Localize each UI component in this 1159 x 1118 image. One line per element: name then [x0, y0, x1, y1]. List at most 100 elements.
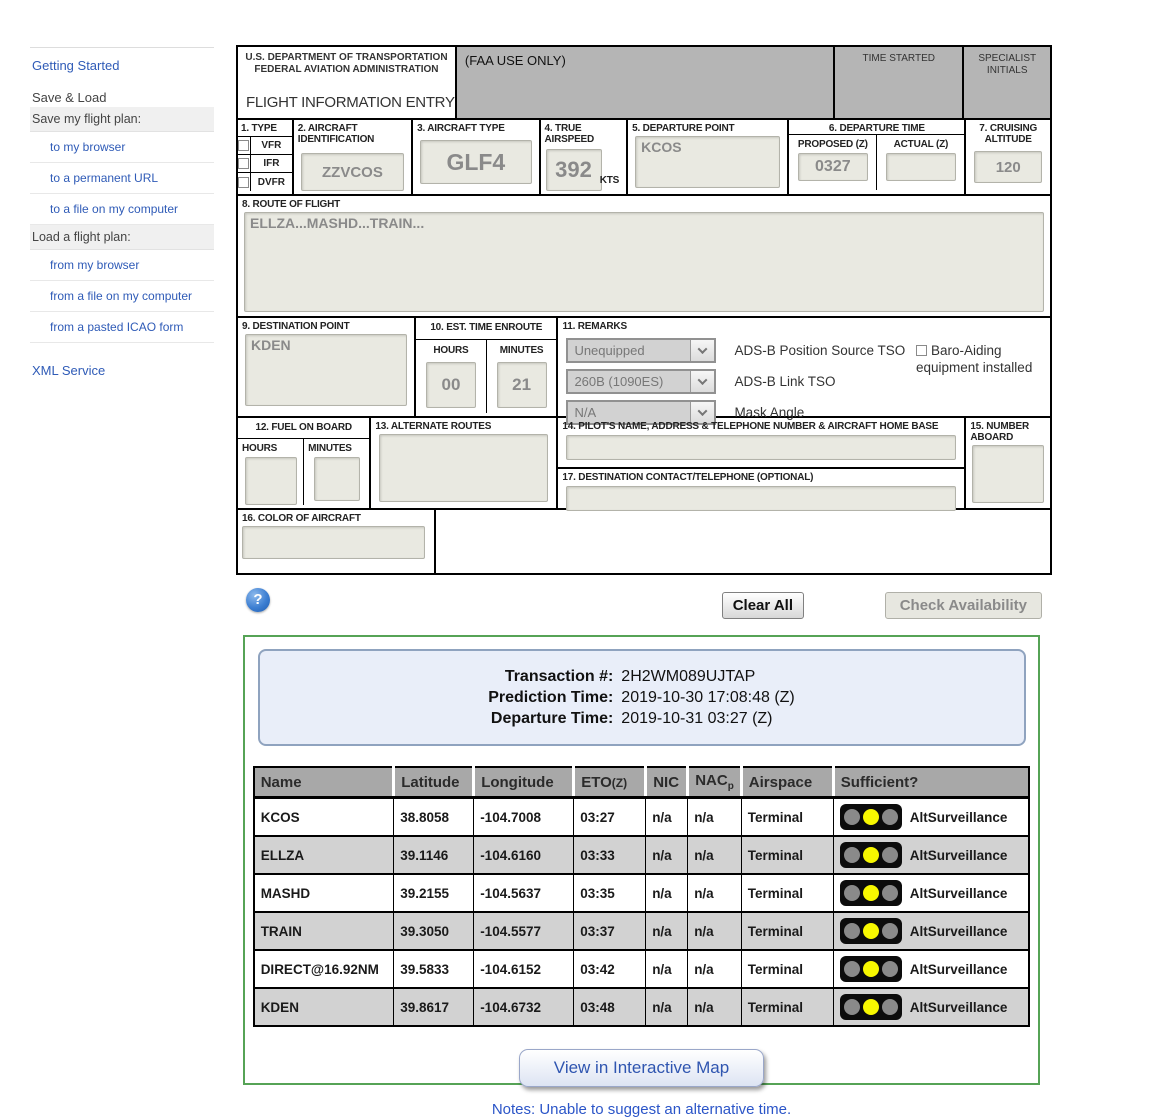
- sidebar-item-xml-service[interactable]: XML Service: [30, 353, 214, 386]
- proposed-time-input[interactable]: 0327: [798, 153, 868, 181]
- remarks-label: 11. REMARKS: [558, 318, 1050, 332]
- sidebar: Getting Started Save & Load Save my flig…: [30, 47, 214, 386]
- transaction-summary-box: Transaction #: 2H2WM089UJTAP Prediction …: [258, 649, 1026, 746]
- flight-information-form: U.S. DEPARTMENT OF TRANSPORTATION FEDERA…: [236, 45, 1052, 575]
- field-color-of-aircraft: 16. COLOR OF AIRCRAFT: [238, 510, 436, 573]
- route-input[interactable]: ELLZA...MASHD...TRAIN...: [244, 212, 1044, 312]
- sidebar-item-load-from-file[interactable]: from a file on my computer: [30, 281, 214, 312]
- vfr-checkbox[interactable]: [238, 140, 249, 151]
- field-remarks: 11. REMARKS Unequipped ADS-B Position So…: [558, 318, 1050, 416]
- proposed-z-label: PROPOSED (Z): [789, 135, 876, 150]
- check-availability-button[interactable]: Check Availability: [885, 592, 1042, 619]
- dvfr-label: DVFR: [251, 177, 292, 188]
- adsb-position-source-dropdown[interactable]: Unequipped: [566, 338, 716, 363]
- prediction-time-value: 2019-10-30 17:08:48 (Z): [621, 689, 794, 707]
- sidebar-item-save-to-file[interactable]: to a file on my computer: [30, 194, 214, 225]
- true-airspeed-input[interactable]: 392: [546, 149, 602, 191]
- sufficient-label: AltSurveillance: [910, 848, 1008, 863]
- help-icon[interactable]: ?: [246, 588, 270, 612]
- table-row: KDEN39.8617 -104.673203:48 n/an/a Termin…: [254, 988, 1030, 1026]
- dvfr-checkbox[interactable]: [238, 177, 249, 188]
- traffic-light-icon: [840, 918, 902, 944]
- action-bar: ? Clear All Check Availability: [236, 588, 1052, 622]
- aircraft-type-input[interactable]: GLF4: [420, 140, 531, 184]
- view-interactive-map-button[interactable]: View in Interactive Map: [519, 1049, 764, 1087]
- actual-z-label: ACTUAL (Z): [877, 135, 964, 150]
- actual-time-input[interactable]: [886, 153, 956, 181]
- adsb-link-dropdown[interactable]: 260B (1090ES): [566, 369, 716, 394]
- kts-label: KTS: [596, 172, 623, 186]
- field-aircraft-type: 3. AIRCRAFT TYPE GLF4: [413, 120, 540, 194]
- traffic-light-icon: [840, 804, 902, 830]
- sidebar-item-getting-started[interactable]: Getting Started: [30, 48, 214, 81]
- number-aboard-label1: 15. NUMBER: [970, 421, 1029, 432]
- enroute-hours-input[interactable]: 00: [426, 362, 476, 408]
- destination-point-label: 9. DESTINATION POINT: [238, 318, 414, 332]
- specialist-initials-cell: SPECIALIST INITIALS: [964, 47, 1050, 118]
- header-latitude: Latitude: [394, 767, 474, 798]
- color-of-aircraft-label: 16. COLOR OF AIRCRAFT: [238, 510, 434, 524]
- route-label: 8. ROUTE OF FLIGHT: [238, 196, 1050, 210]
- agency-line1: U.S. DEPARTMENT OF TRANSPORTATION: [238, 52, 455, 64]
- adsb-position-source-label: ADS-B Position Source TSO: [734, 343, 905, 358]
- prediction-results-table: Name Latitude Longitude ETO(Z) NIC NACp …: [253, 766, 1031, 1027]
- cruising-altitude-input[interactable]: 120: [974, 151, 1042, 183]
- number-aboard-label2: ABOARD: [970, 432, 1013, 443]
- departure-time-label: 6. DEPARTURE TIME: [789, 120, 964, 135]
- faa-use-only-cell: (FAA USE ONLY): [457, 47, 835, 118]
- fuel-hours-input[interactable]: [245, 457, 297, 505]
- header-nic: NIC: [646, 767, 688, 798]
- destination-point-input[interactable]: KDEN: [245, 334, 407, 406]
- transaction-label: Transaction #:: [488, 668, 613, 686]
- field-cruising-altitude: 7. CRUISING ALTITUDE 120: [966, 120, 1050, 194]
- ifr-label: IFR: [251, 158, 292, 169]
- sufficient-label: AltSurveillance: [910, 1000, 1008, 1015]
- agency-line2: FEDERAL AVIATION ADMINISTRATION: [238, 64, 455, 76]
- alternate-routes-label: 13. ALTERNATE ROUTES: [371, 418, 556, 432]
- prediction-time-label: Prediction Time:: [488, 689, 613, 707]
- sidebar-item-save-to-browser[interactable]: to my browser: [30, 132, 214, 163]
- fuel-hours-label: HOURS: [238, 439, 303, 454]
- aircraft-type-label: 3. AIRCRAFT TYPE: [413, 120, 538, 134]
- aircraft-id-label1: 2. AIRCRAFT: [298, 123, 358, 134]
- sidebar-item-load-from-icao[interactable]: from a pasted ICAO form: [30, 312, 214, 343]
- aircraft-id-input[interactable]: ZZVCOS: [301, 153, 404, 191]
- pilot-input[interactable]: [566, 435, 956, 460]
- fuel-minutes-input[interactable]: [314, 457, 360, 501]
- adsb-link-value: 260B (1090ES): [568, 371, 690, 392]
- alternate-routes-input[interactable]: [379, 434, 548, 502]
- dropdown-arrow-icon[interactable]: [690, 371, 714, 392]
- enroute-minutes-label: MINUTES: [487, 340, 557, 356]
- departure-time-label: Departure Time:: [488, 710, 613, 728]
- table-row: MASHD39.2155 -104.563703:35 n/an/a Termi…: [254, 874, 1030, 912]
- color-of-aircraft-input[interactable]: [242, 526, 425, 559]
- number-aboard-input[interactable]: [972, 445, 1044, 503]
- cruising-altitude-label2: ALTITUDE: [985, 134, 1032, 145]
- header-eto: ETO(Z): [574, 767, 646, 798]
- dropdown-arrow-icon[interactable]: [690, 340, 714, 361]
- true-airspeed-label1: 4. TRUE: [545, 123, 582, 134]
- form-agency-cell: U.S. DEPARTMENT OF TRANSPORTATION FEDERA…: [238, 47, 457, 118]
- specialist-initials-line2: INITIALS: [964, 65, 1050, 77]
- sidebar-item-save-to-url[interactable]: to a permanent URL: [30, 163, 214, 194]
- sidebar-item-load-from-browser[interactable]: from my browser: [30, 250, 214, 281]
- results-panel: Transaction #: 2H2WM089UJTAP Prediction …: [243, 635, 1040, 1085]
- field-fuel-on-board: 12. FUEL ON BOARD HOURS MINUTES: [238, 418, 371, 508]
- transaction-value: 2H2WM089UJTAP: [621, 668, 794, 686]
- specialist-initials-line1: SPECIALIST: [964, 53, 1050, 65]
- enroute-minutes-input[interactable]: 21: [497, 362, 547, 408]
- destination-contact-input[interactable]: [566, 486, 956, 511]
- notes-text: Notes: Unable to suggest an alternative …: [245, 1101, 1038, 1118]
- field-type: 1. TYPE VFR IFR DVFR: [238, 120, 294, 194]
- ifr-checkbox[interactable]: [238, 158, 249, 169]
- field-aircraft-identification: 2. AIRCRAFT IDENTIFICATION ZZVCOS: [294, 120, 413, 194]
- clear-all-button[interactable]: Clear All: [722, 592, 804, 619]
- aircraft-id-label2: IDENTIFICATION: [298, 134, 374, 145]
- sufficient-label: AltSurveillance: [910, 962, 1008, 977]
- field-est-time-enroute: 10. EST. TIME ENROUTE HOURS 00 MINUTES 2…: [416, 318, 558, 416]
- departure-point-input[interactable]: KCOS: [635, 136, 780, 188]
- sidebar-heading-save-load: Save & Load: [30, 81, 214, 107]
- baro-aiding-checkbox[interactable]: [916, 345, 927, 356]
- sidebar-section-load-flight-plan: Load a flight plan:: [30, 225, 214, 250]
- traffic-light-icon: [840, 956, 902, 982]
